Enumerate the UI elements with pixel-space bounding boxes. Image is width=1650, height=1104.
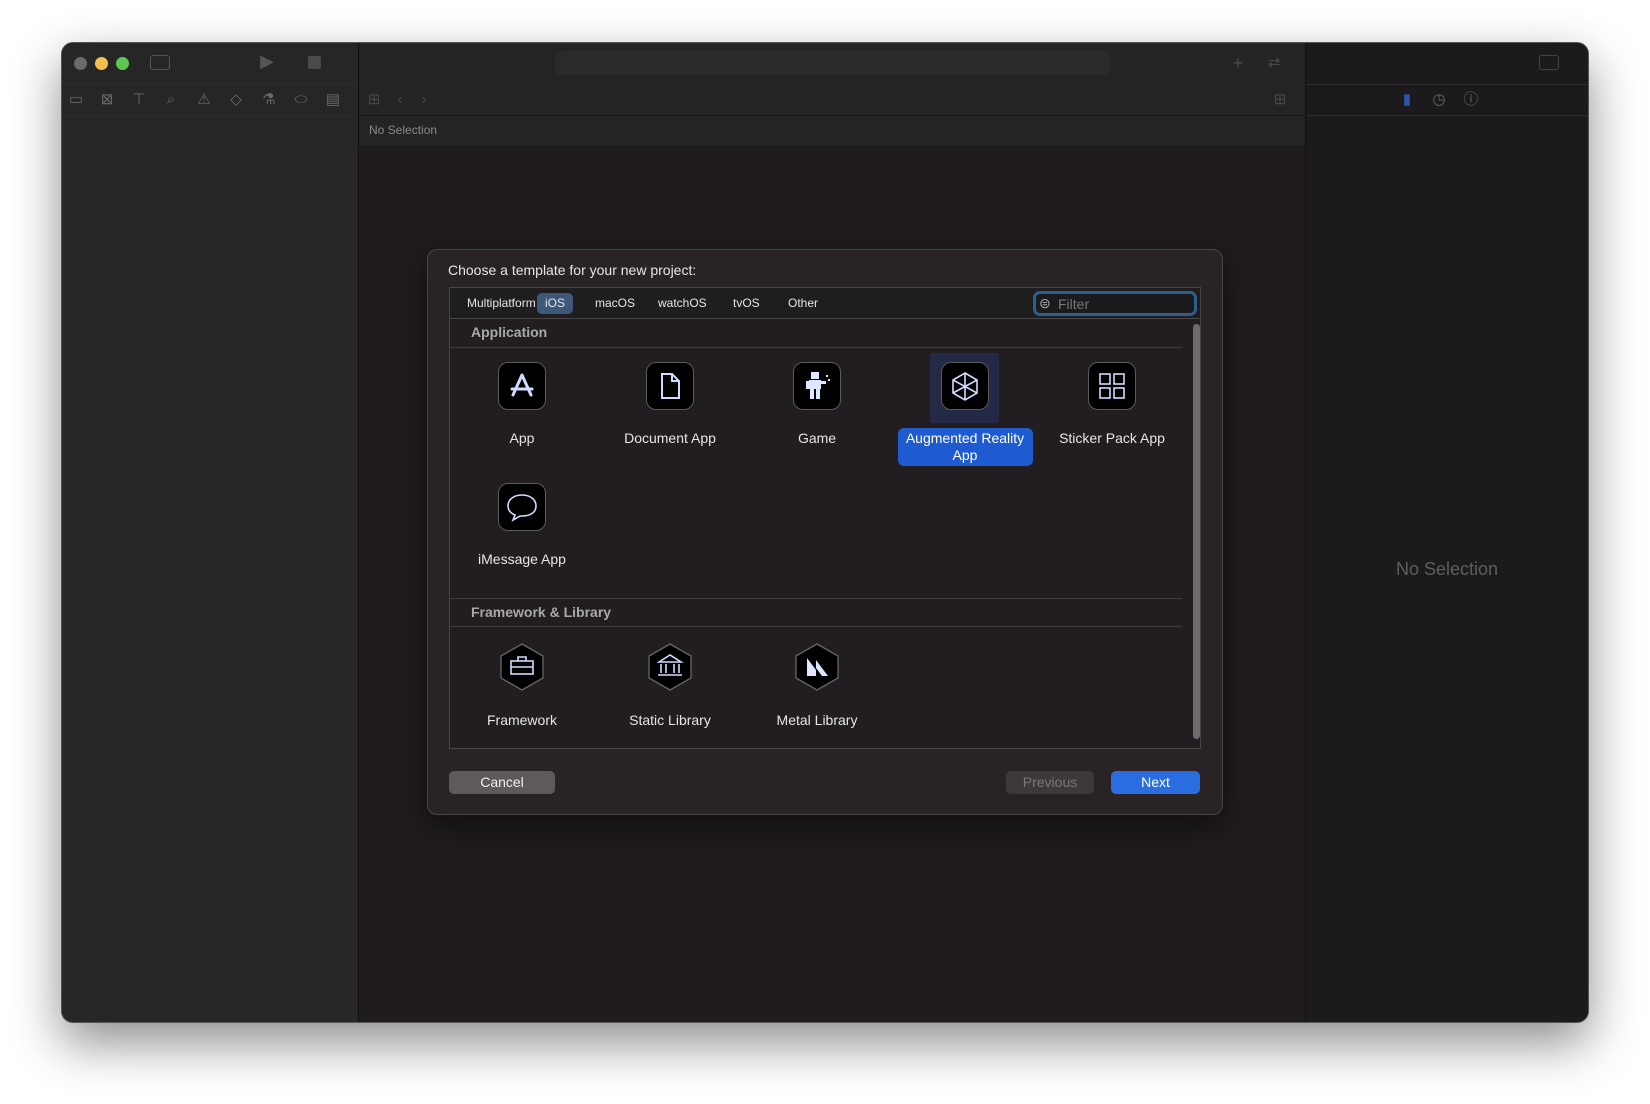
tab-macos[interactable]: macOS — [587, 293, 643, 314]
sidebar-toggle-icon[interactable] — [150, 55, 170, 70]
section-header-application: Application — [450, 319, 1182, 348]
message-bubble-icon — [498, 483, 546, 531]
game-robot-icon — [793, 362, 841, 410]
swap-icon[interactable]: ⇄ — [1265, 55, 1283, 71]
template-label: App — [509, 430, 535, 446]
editor-status: No Selection — [369, 123, 438, 137]
debug-icon[interactable]: ⚗ — [260, 92, 278, 108]
tab-other[interactable]: Other — [780, 293, 826, 314]
platform-tabs: Multiplatform iOS macOS watchOS tvOS Oth… — [450, 288, 1200, 319]
app-store-icon — [498, 362, 546, 410]
back-icon[interactable]: ‹ — [391, 92, 409, 108]
close-button[interactable] — [74, 57, 87, 70]
template-label: Metal Library — [776, 712, 858, 728]
filter-icon: ⊜ — [1039, 295, 1051, 311]
inspector-panel: ▮ ◷ ⓘ No Selection — [1305, 43, 1588, 1022]
inspector-toggle-icon[interactable] — [1539, 55, 1559, 70]
run-icon[interactable]: ▶ — [258, 52, 276, 70]
activity-field — [555, 51, 1111, 75]
template-document-app[interactable]: Document App — [600, 362, 740, 449]
template-label: Framework — [486, 712, 557, 728]
history-icon[interactable]: ◷ — [1430, 92, 1448, 108]
stop-icon[interactable] — [308, 56, 321, 69]
section-header-framework-library: Framework & Library — [450, 598, 1182, 627]
report-icon[interactable]: ▤ — [324, 92, 342, 108]
document-icon — [646, 362, 694, 410]
sidebar-titlebar: ▶ — [62, 43, 358, 85]
metal-icon — [793, 642, 841, 692]
template-label: Sticker Pack App — [1059, 430, 1165, 446]
template-augmented-reality-app[interactable]: Augmented Reality App — [895, 362, 1035, 466]
editor-header: + ⇄ ⊞ ‹ › ⊞ No Selection — [359, 43, 1305, 147]
inspector-placeholder: No Selection — [1395, 559, 1499, 579]
tab-tvos[interactable]: tvOS — [725, 293, 768, 314]
hierarchy-icon[interactable]: ⊤ — [130, 92, 148, 108]
dialog-title: Choose a template for your new project: — [448, 262, 697, 278]
template-label: Game — [797, 430, 837, 446]
search-icon[interactable]: ⌕ — [162, 92, 180, 108]
tab-multiplatform[interactable]: Multiplatform — [459, 293, 544, 314]
library-building-icon — [646, 642, 694, 692]
new-project-dialog: Choose a template for your new project: … — [427, 249, 1223, 815]
template-imessage-app[interactable]: iMessage App — [452, 483, 592, 570]
inspector-titlebar — [1306, 43, 1588, 85]
template-app[interactable]: App — [452, 362, 592, 449]
file-inspector-icon[interactable]: ▮ — [1398, 92, 1416, 108]
template-label: iMessage App — [478, 551, 566, 567]
template-chooser: Multiplatform iOS macOS watchOS tvOS Oth… — [449, 287, 1201, 749]
help-icon[interactable]: ⓘ — [1462, 92, 1480, 108]
ar-cube-icon — [941, 362, 989, 410]
source-control-icon[interactable]: ⊠ — [98, 92, 116, 108]
template-label: Augmented Reality App — [897, 428, 1033, 466]
zoom-button[interactable] — [116, 57, 129, 70]
template-static-library[interactable]: Static Library — [600, 642, 740, 731]
tab-ios[interactable]: iOS — [537, 293, 574, 314]
scrollbar[interactable] — [1193, 324, 1200, 739]
tab-watchos[interactable]: watchOS — [650, 293, 715, 314]
next-button[interactable]: Next — [1111, 771, 1200, 794]
cancel-button[interactable]: Cancel — [449, 771, 555, 794]
template-game[interactable]: Game — [747, 362, 887, 449]
navigator-sidebar: ▶ ▭ ⊠ ⊤ ⌕ ⚠ ◇ ⚗ ⬭ ▤ — [62, 43, 359, 1022]
template-label: Static Library — [629, 712, 711, 728]
add-icon[interactable]: + — [1229, 54, 1247, 72]
breakpoint-icon[interactable]: ⬭ — [292, 92, 310, 108]
template-label: Document App — [624, 430, 716, 446]
filter-input[interactable] — [1058, 294, 1188, 313]
template-sticker-pack-app[interactable]: Sticker Pack App — [1042, 362, 1182, 449]
previous-button[interactable]: Previous — [1006, 771, 1094, 794]
toolbox-icon — [498, 642, 546, 692]
navigator-tabs: ▭ ⊠ ⊤ ⌕ ⚠ ◇ ⚗ ⬭ ▤ — [62, 85, 358, 116]
warning-icon[interactable]: ⚠ — [195, 92, 213, 108]
template-framework[interactable]: Framework — [452, 642, 592, 731]
folder-icon[interactable]: ▭ — [67, 92, 85, 108]
jump-bar: ⊞ ‹ › ⊞ — [359, 85, 1305, 116]
sticker-grid-icon — [1088, 362, 1136, 410]
grid-icon[interactable]: ⊞ — [365, 92, 383, 108]
filter-field[interactable]: ⊜ — [1033, 291, 1197, 316]
forward-icon[interactable]: › — [415, 92, 433, 108]
template-metal-library[interactable]: Metal Library — [747, 642, 887, 731]
add-editor-icon[interactable]: ⊞ — [1271, 92, 1289, 108]
test-icon[interactable]: ◇ — [227, 92, 245, 108]
minimize-button[interactable] — [95, 57, 108, 70]
inspector-tabs: ▮ ◷ ⓘ — [1306, 85, 1588, 116]
